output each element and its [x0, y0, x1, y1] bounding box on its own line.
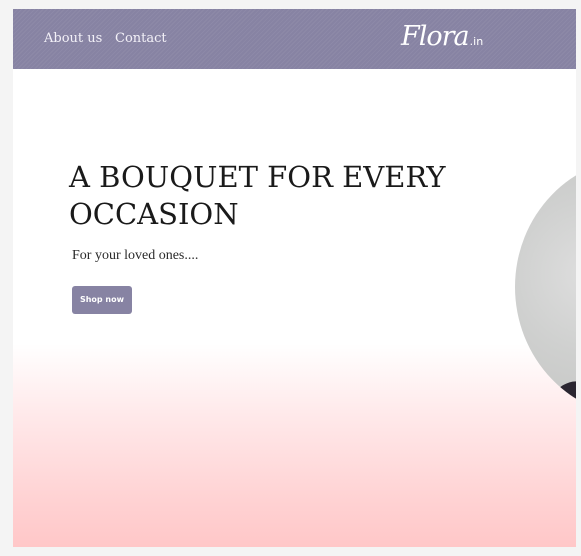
hero-gradient-background — [13, 344, 576, 547]
brand-logo-name: Flora — [401, 21, 470, 52]
navbar: About us Contact Flora.in — [13, 9, 576, 69]
brand-logo-suffix: .in — [469, 35, 484, 48]
page-frame: About us Contact Flora.in A BOUQUET FOR … — [13, 9, 576, 547]
nav-link-contact[interactable]: Contact — [115, 31, 167, 47]
brand-logo[interactable]: Flora.in — [401, 20, 483, 54]
hero-subtitle: For your loved ones.... — [72, 248, 199, 263]
hero-title: A BOUQUET FOR EVERY OCCASION — [69, 160, 446, 231]
shop-now-button[interactable]: Shop now — [72, 286, 132, 314]
nav-link-about-us[interactable]: About us — [44, 31, 102, 47]
